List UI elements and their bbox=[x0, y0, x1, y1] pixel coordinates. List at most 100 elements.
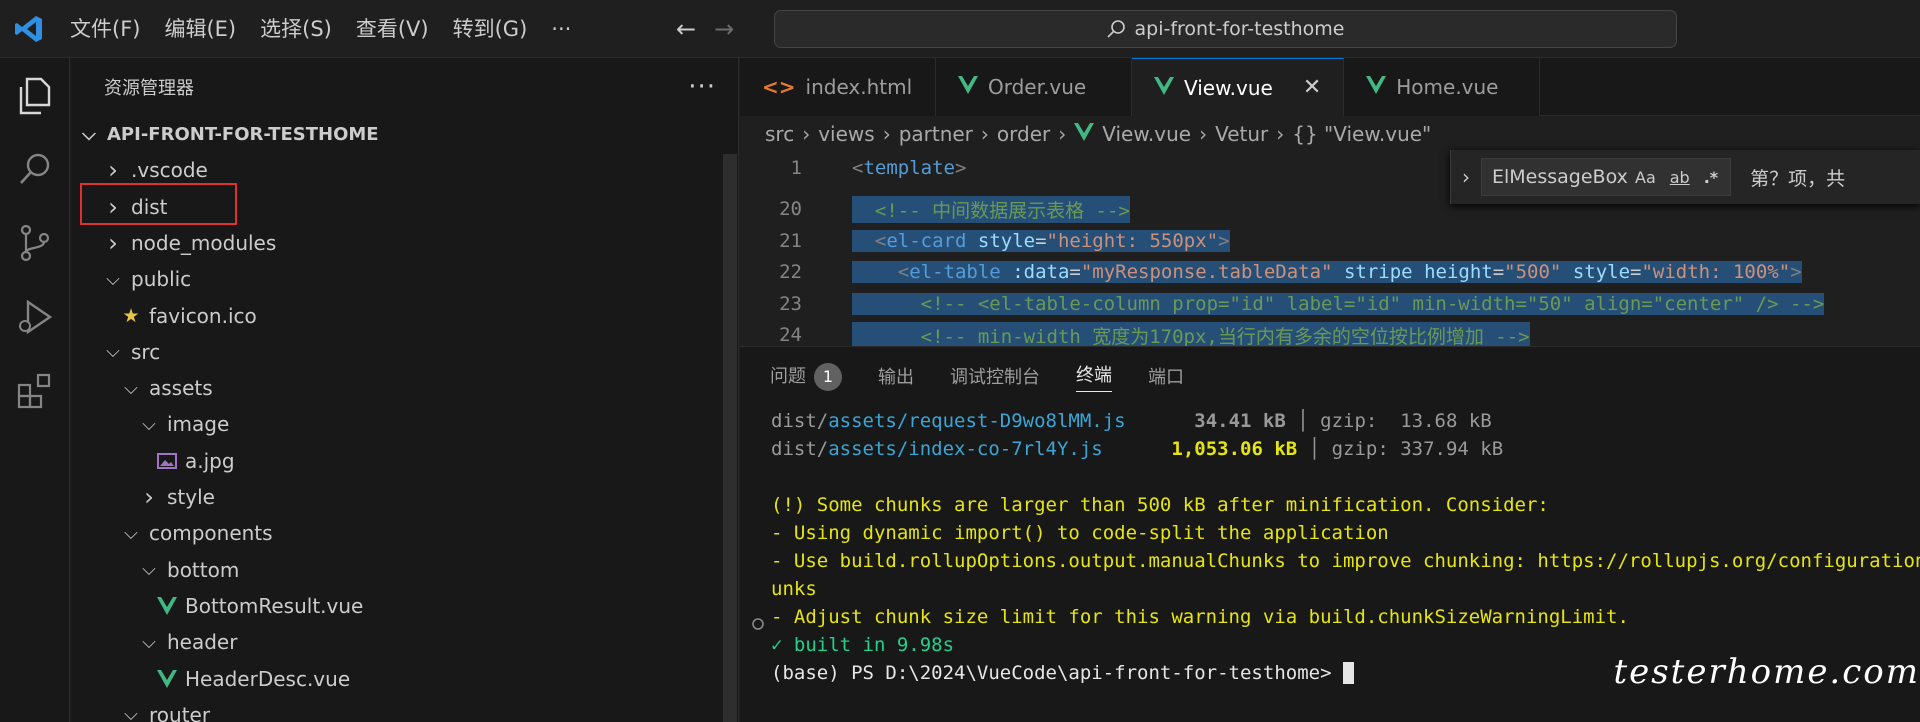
explorer-more-button[interactable]: ··· bbox=[688, 72, 716, 102]
breadcrumb-item[interactable]: Vetur bbox=[1215, 122, 1268, 146]
terminal-line: dist/assets/request-D9wo8lMM.js 34.41 kB… bbox=[771, 410, 1492, 432]
tab-home-vue[interactable]: Home.vue bbox=[1344, 58, 1541, 116]
panel-tab-label: 终端 bbox=[1076, 364, 1112, 386]
match-case-icon[interactable]: Aa bbox=[1635, 168, 1656, 187]
panel-tab-0[interactable]: 问题 1 bbox=[770, 362, 842, 391]
menu-bar: 文件(F) 编辑(E) 选择(S) 查看(V) 转到(G) ··· bbox=[58, 0, 583, 58]
tree-item-favicon-ico[interactable]: ★ favicon.ico bbox=[71, 298, 739, 334]
run-debug-icon[interactable] bbox=[0, 280, 70, 354]
terminal-line: - Using dynamic import() to code-split t… bbox=[771, 522, 1389, 544]
explorer-sidebar: 资源管理器 ··· ⌵ API-FRONT-FOR-TESTHOME › .vscod… bbox=[71, 58, 739, 722]
tree-item-public[interactable]: ⌵ public bbox=[71, 261, 739, 297]
code-text: <el-card style="height: 550px"> bbox=[852, 229, 1230, 252]
breadcrumb-separator-icon: › bbox=[882, 122, 891, 146]
breadcrumb-item[interactable]: View.vue bbox=[1102, 122, 1191, 146]
tab-order-vue[interactable]: Order.vue bbox=[936, 58, 1132, 116]
menu-edit[interactable]: 编辑(E) bbox=[152, 0, 248, 58]
tree-item-bottomresult-vue[interactable]: BottomResult.vue bbox=[71, 588, 739, 624]
breadcrumb-item[interactable]: views bbox=[818, 122, 874, 146]
panel-tab-1[interactable]: 输出 bbox=[878, 363, 914, 389]
tree-item-headerdesc-vue[interactable]: HeaderDesc.vue bbox=[71, 661, 739, 697]
watermark: testerhome.com bbox=[1613, 652, 1920, 692]
toggle-replace-chevron-icon[interactable]: › bbox=[1451, 165, 1481, 189]
line-number: 23 bbox=[779, 292, 802, 315]
tree-item-node-modules[interactable]: › node_modules bbox=[71, 225, 739, 261]
tree-item-label: API-FRONT-FOR-TESTHOME bbox=[107, 123, 379, 145]
close-tab-icon[interactable]: ✕ bbox=[1303, 75, 1321, 100]
tree-item-style[interactable]: › style bbox=[71, 479, 739, 515]
star-file-icon: ★ bbox=[122, 304, 140, 327]
panel-tab-3[interactable]: 终端 bbox=[1076, 361, 1112, 392]
tree-item-components[interactable]: ⌵ components bbox=[71, 515, 739, 551]
back-arrow-icon[interactable]: ← bbox=[676, 15, 696, 43]
tab-label: Order.vue bbox=[988, 75, 1087, 99]
tree-item-label: assets bbox=[149, 376, 213, 401]
menu-view[interactable]: 查看(V) bbox=[344, 0, 441, 58]
tree-item-a-jpg[interactable]: a.jpg bbox=[71, 443, 739, 479]
forward-arrow-icon[interactable]: → bbox=[714, 15, 734, 43]
tree-item-api-front-for-testhome[interactable]: ⌵ API-FRONT-FOR-TESTHOME bbox=[71, 116, 739, 152]
tree-item-label: public bbox=[131, 267, 192, 292]
chevron-down-icon: ⌵ bbox=[124, 522, 138, 544]
explorer-title: 资源管理器 bbox=[104, 78, 194, 99]
explorer-icon[interactable] bbox=[0, 58, 70, 132]
tree-item-label: a.jpg bbox=[185, 448, 235, 473]
code-text: <!-- min-width 宽度为170px,当行内有多余的空位按比例增加 -… bbox=[852, 321, 1530, 349]
menu-go[interactable]: 转到(G) bbox=[441, 0, 540, 58]
tab-view-vue[interactable]: View.vue ✕ bbox=[1132, 58, 1345, 116]
chevron-right-icon: › bbox=[144, 483, 154, 511]
terminal-line: dist/assets/index-co-7rl4Y.js 1,053.06 k… bbox=[771, 438, 1504, 460]
tree-item-label: style bbox=[167, 485, 215, 509]
tree-item-src[interactable]: ⌵ src bbox=[71, 334, 739, 370]
menu-more[interactable]: ··· bbox=[539, 0, 583, 58]
command-center-search[interactable]: api-front-for-testhome bbox=[774, 10, 1677, 48]
line-number: 20 bbox=[779, 198, 802, 220]
tree-item-label: HeaderDesc.vue bbox=[185, 666, 351, 691]
tab-label: index.html bbox=[805, 75, 913, 99]
tab-label: Home.vue bbox=[1396, 75, 1499, 99]
panel-tab-2[interactable]: 调试控制台 bbox=[950, 363, 1040, 389]
line-number: 24 bbox=[779, 324, 802, 346]
line-number: 1 bbox=[790, 156, 802, 179]
menu-selection[interactable]: 选择(S) bbox=[248, 0, 344, 58]
panel-tab-label: 调试控制台 bbox=[950, 367, 1040, 388]
tab-label: View.vue bbox=[1184, 75, 1273, 100]
regex-icon[interactable]: .* bbox=[1704, 168, 1718, 187]
tree-item-assets[interactable]: ⌵ assets bbox=[71, 370, 739, 406]
problems-count-badge: 1 bbox=[814, 362, 842, 391]
terminal-line: - Use build.rollupOptions.output.manualC… bbox=[771, 550, 1920, 572]
search-icon[interactable] bbox=[0, 132, 70, 206]
source-control-icon[interactable] bbox=[0, 206, 70, 280]
dist-highlight-box bbox=[80, 183, 237, 225]
tree-item-image[interactable]: ⌵ image bbox=[71, 406, 739, 442]
code-line[interactable]: 22 <el-table :data="myResponse.tableData… bbox=[740, 257, 1920, 288]
tree-item-bottom[interactable]: ⌵ bottom bbox=[71, 552, 739, 588]
panel-tab-label: 输出 bbox=[878, 367, 914, 388]
menu-file[interactable]: 文件(F) bbox=[58, 0, 152, 58]
panel-tab-label: 端口 bbox=[1148, 367, 1184, 388]
chevron-down-icon: ⌵ bbox=[124, 704, 138, 722]
terminal-output[interactable]: dist/assets/request-D9wo8lMM.js 34.41 kB… bbox=[771, 407, 1920, 687]
chevron-down-icon: ⌵ bbox=[142, 631, 156, 653]
code-line[interactable]: 23 <!-- <el-table-column prop="id" label… bbox=[740, 288, 1920, 319]
breadcrumb-separator-icon: › bbox=[802, 122, 811, 146]
editor-area: <> index.html Order.vue View.vue ✕ Home.vue s… bbox=[740, 58, 1920, 722]
sidebar-scrollbar[interactable] bbox=[723, 154, 737, 722]
code-line[interactable]: 21 <el-card style="height: 550px"> bbox=[740, 225, 1920, 256]
tab-index-html[interactable]: <> index.html bbox=[740, 58, 936, 116]
breadcrumb-item[interactable]: src bbox=[765, 122, 794, 146]
panel-tab-4[interactable]: 端口 bbox=[1148, 363, 1184, 389]
tree-item-router[interactable]: ⌵ router bbox=[71, 697, 739, 722]
tree-item-header[interactable]: ⌵ header bbox=[71, 624, 739, 660]
extensions-icon[interactable] bbox=[0, 354, 70, 428]
html-file-icon: <> bbox=[762, 75, 796, 99]
tree-item-label: bottom bbox=[167, 557, 240, 582]
vue-file-icon bbox=[157, 596, 177, 615]
breadcrumb-item[interactable]: order bbox=[997, 122, 1050, 146]
vue-file-icon bbox=[958, 75, 978, 99]
breadcrumb-item[interactable]: {} "View.vue" bbox=[1292, 122, 1431, 146]
vue-file-icon bbox=[1366, 75, 1387, 99]
whole-word-icon[interactable]: ab bbox=[1670, 168, 1690, 187]
breadcrumb-item[interactable]: partner bbox=[899, 122, 973, 146]
